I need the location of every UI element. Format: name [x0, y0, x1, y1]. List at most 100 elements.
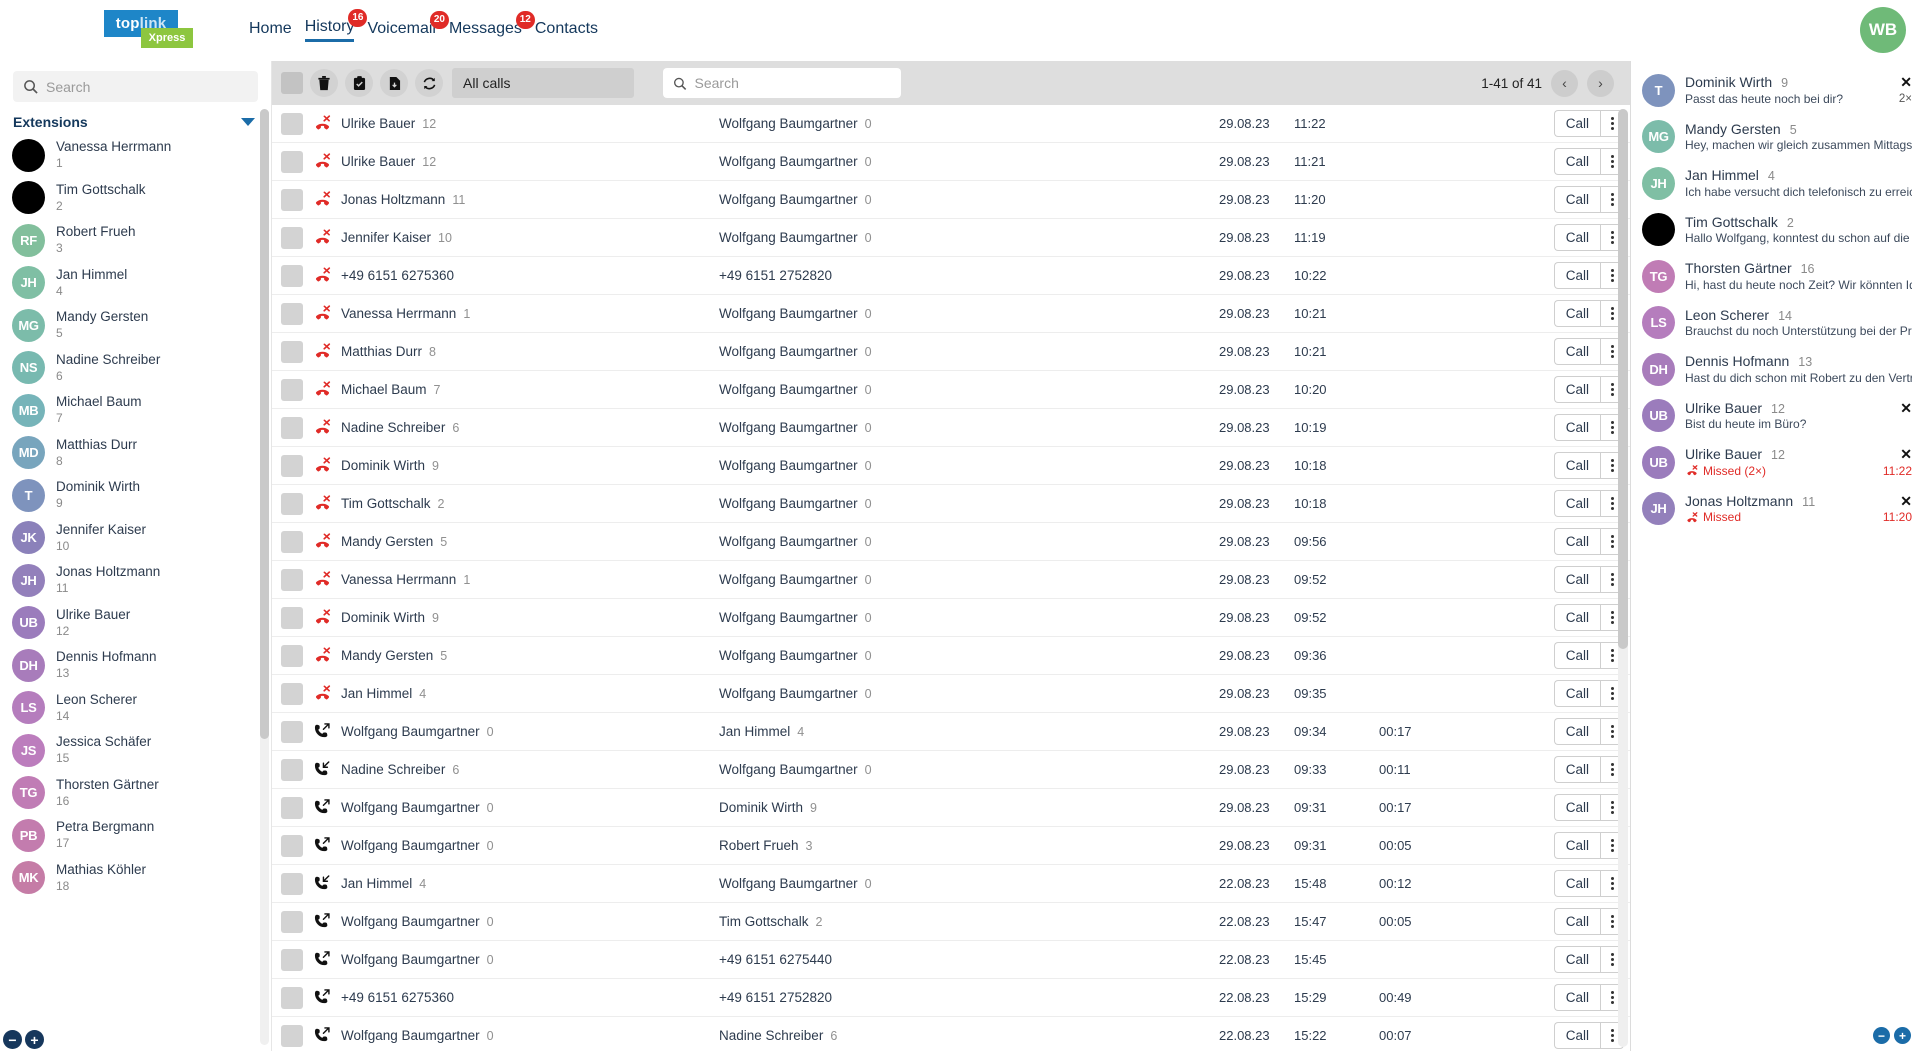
table-row[interactable]: Jan Himmel 4 Wolfgang Baumgartner 0 22.08.23…	[272, 865, 1630, 903]
message-notification[interactable]: Tim Gottschalk 2 Hallo Wolfgang, konntest …	[1631, 207, 1920, 254]
sidebar-item-extension[interactable]: TG Thorsten Gärtner 16	[0, 772, 271, 815]
row-checkbox[interactable]	[281, 454, 303, 477]
sidebar-item-extension[interactable]: JH Jan Himmel 4	[0, 262, 271, 305]
close-icon[interactable]: ✕	[1894, 401, 1912, 415]
call-button[interactable]: Call	[1553, 528, 1600, 555]
row-checkbox[interactable]	[281, 188, 303, 211]
row-checkbox[interactable]	[281, 530, 303, 553]
chevron-down-icon[interactable]	[241, 118, 255, 126]
sidebar-scrollbar[interactable]	[260, 109, 269, 1045]
row-checkbox[interactable]	[281, 226, 303, 249]
sidebar-item-extension[interactable]: RF Robert Frueh 3	[0, 219, 271, 262]
table-row[interactable]: Vanessa Herrmann 1 Wolfgang Baumgartner 0 29…	[272, 295, 1630, 333]
table-row[interactable]: Wolfgang Baumgartner 0 Dominik Wirth 9 29.08…	[272, 789, 1630, 827]
sidebar-search[interactable]	[13, 71, 258, 102]
message-notification[interactable]: TG Thorsten Gärtner 16 Hi, hast du heute no…	[1631, 253, 1920, 300]
call-list-scrollbar-thumb[interactable]	[1618, 109, 1628, 649]
call-button[interactable]: Call	[1553, 756, 1600, 783]
row-checkbox[interactable]	[281, 1024, 303, 1047]
extensions-section-header[interactable]: Extensions	[0, 108, 271, 134]
call-button[interactable]: Call	[1553, 604, 1600, 631]
table-row[interactable]: Nadine Schreiber 6 Wolfgang Baumgartner 0 29…	[272, 751, 1630, 789]
call-search-input[interactable]	[694, 75, 891, 91]
row-checkbox[interactable]	[281, 568, 303, 591]
table-row[interactable]: Mandy Gersten 5 Wolfgang Baumgartner 0 29.08…	[272, 523, 1630, 561]
sidebar-item-extension[interactable]: T Dominik Wirth 9	[0, 474, 271, 517]
table-row[interactable]: +49 6151 6275360 +49 6151 2752820 29.08.23…	[272, 257, 1630, 295]
zoom-out-button[interactable]: −	[3, 1030, 22, 1049]
call-button[interactable]: Call	[1553, 908, 1600, 935]
call-button[interactable]: Call	[1553, 680, 1600, 707]
sidebar-item-extension[interactable]: MB Michael Baum 7	[0, 389, 271, 432]
table-row[interactable]: Dominik Wirth 9 Wolfgang Baumgartner 0 29.08…	[272, 447, 1630, 485]
nav-item-history[interactable]: History 16	[304, 9, 368, 42]
call-button[interactable]: Call	[1553, 300, 1600, 327]
message-notification[interactable]: DH Dennis Hofmann 13 Hast du dich schon mit…	[1631, 346, 1920, 393]
row-checkbox[interactable]	[281, 606, 303, 629]
table-row[interactable]: Ulrike Bauer 12 Wolfgang Baumgartner 0 29.08…	[272, 143, 1630, 181]
table-row[interactable]: Ulrike Bauer 12 Wolfgang Baumgartner 0 29.08…	[272, 105, 1630, 143]
sidebar-item-extension[interactable]: LS Leon Scherer 14	[0, 687, 271, 730]
call-button[interactable]: Call	[1553, 338, 1600, 365]
row-checkbox[interactable]	[281, 644, 303, 667]
panel-zoom-in-button[interactable]: +	[1894, 1027, 1911, 1044]
export-button[interactable]	[380, 69, 408, 97]
call-button[interactable]: Call	[1553, 148, 1600, 175]
table-row[interactable]: Wolfgang Baumgartner 0 Jan Himmel 4 29.08.23…	[272, 713, 1630, 751]
call-button[interactable]: Call	[1553, 870, 1600, 897]
zoom-in-button[interactable]: +	[25, 1030, 44, 1049]
sidebar-item-extension[interactable]: MK Mathias Köhler 18	[0, 857, 271, 900]
row-checkbox[interactable]	[281, 834, 303, 857]
close-icon[interactable]: ✕	[1894, 494, 1912, 508]
table-row[interactable]: Vanessa Herrmann 1 Wolfgang Baumgartner 0 29…	[272, 561, 1630, 599]
call-button[interactable]: Call	[1553, 452, 1600, 479]
table-row[interactable]: Jan Himmel 4 Wolfgang Baumgartner 0 29.08.23…	[272, 675, 1630, 713]
call-button[interactable]: Call	[1553, 794, 1600, 821]
table-row[interactable]: Michael Baum 7 Wolfgang Baumgartner 0 29.08.…	[272, 371, 1630, 409]
toplink-xpress-logo[interactable]: top link Xpress	[104, 8, 196, 52]
refresh-button[interactable]	[415, 69, 443, 97]
call-button[interactable]: Call	[1553, 1022, 1600, 1049]
sidebar-item-extension[interactable]: UB Ulrike Bauer 12	[0, 602, 271, 645]
call-filter-select[interactable]: All calls	[452, 68, 634, 98]
message-notification[interactable]: T Dominik Wirth 9 ✕ Passt das heute noch bei…	[1631, 67, 1920, 114]
sidebar-item-extension[interactable]: NS Nadine Schreiber 6	[0, 347, 271, 390]
row-checkbox[interactable]	[281, 948, 303, 971]
call-button[interactable]: Call	[1553, 642, 1600, 669]
row-checkbox[interactable]	[281, 796, 303, 819]
nav-item-home[interactable]: Home	[249, 20, 292, 41]
call-button[interactable]: Call	[1553, 186, 1600, 213]
call-button[interactable]: Call	[1553, 376, 1600, 403]
table-row[interactable]: Wolfgang Baumgartner 0 Robert Frueh 3 29.08.…	[272, 827, 1630, 865]
row-checkbox[interactable]	[281, 910, 303, 933]
avatar[interactable]: WB	[1860, 7, 1906, 53]
row-checkbox[interactable]	[281, 264, 303, 287]
message-notification[interactable]: LS Leon Scherer 14 Brauchst du noch Unterst…	[1631, 300, 1920, 347]
call-button[interactable]: Call	[1553, 110, 1600, 137]
table-row[interactable]: Matthias Durr 8 Wolfgang Baumgartner 0 29.08…	[272, 333, 1630, 371]
search-input[interactable]	[46, 78, 248, 95]
call-button[interactable]: Call	[1553, 414, 1600, 441]
row-checkbox[interactable]	[281, 986, 303, 1009]
table-row[interactable]: +49 6151 6275360 +49 6151 2752820 22.08.23…	[272, 979, 1630, 1017]
table-row[interactable]: Wolfgang Baumgartner 0 Nadine Schreiber 6 22…	[272, 1017, 1630, 1051]
close-icon[interactable]: ✕	[1894, 75, 1912, 89]
call-button[interactable]: Call	[1553, 718, 1600, 745]
call-button[interactable]: Call	[1553, 224, 1600, 251]
row-checkbox[interactable]	[281, 872, 303, 895]
sidebar-item-extension[interactable]: DH Dennis Hofmann 13	[0, 644, 271, 687]
table-row[interactable]: Mandy Gersten 5 Wolfgang Baumgartner 0 29.08…	[272, 637, 1630, 675]
call-button[interactable]: Call	[1553, 262, 1600, 289]
row-checkbox[interactable]	[281, 340, 303, 363]
next-page-button[interactable]: ›	[1587, 69, 1614, 97]
sidebar-item-extension[interactable]: PB Petra Bergmann 17	[0, 814, 271, 857]
sidebar-item-extension[interactable]: MG Mandy Gersten 5	[0, 304, 271, 347]
close-icon[interactable]: ✕	[1894, 447, 1912, 461]
row-checkbox[interactable]	[281, 492, 303, 515]
message-notification[interactable]: UB Ulrike Bauer 12 ✕ Bist du heute im Büro?	[1631, 393, 1920, 440]
delete-button[interactable]	[310, 69, 338, 97]
call-search[interactable]	[663, 68, 901, 98]
sidebar-item-extension[interactable]: JS Jessica Schäfer 15	[0, 729, 271, 772]
panel-zoom-out-button[interactable]: −	[1873, 1027, 1890, 1044]
row-checkbox[interactable]	[281, 378, 303, 401]
